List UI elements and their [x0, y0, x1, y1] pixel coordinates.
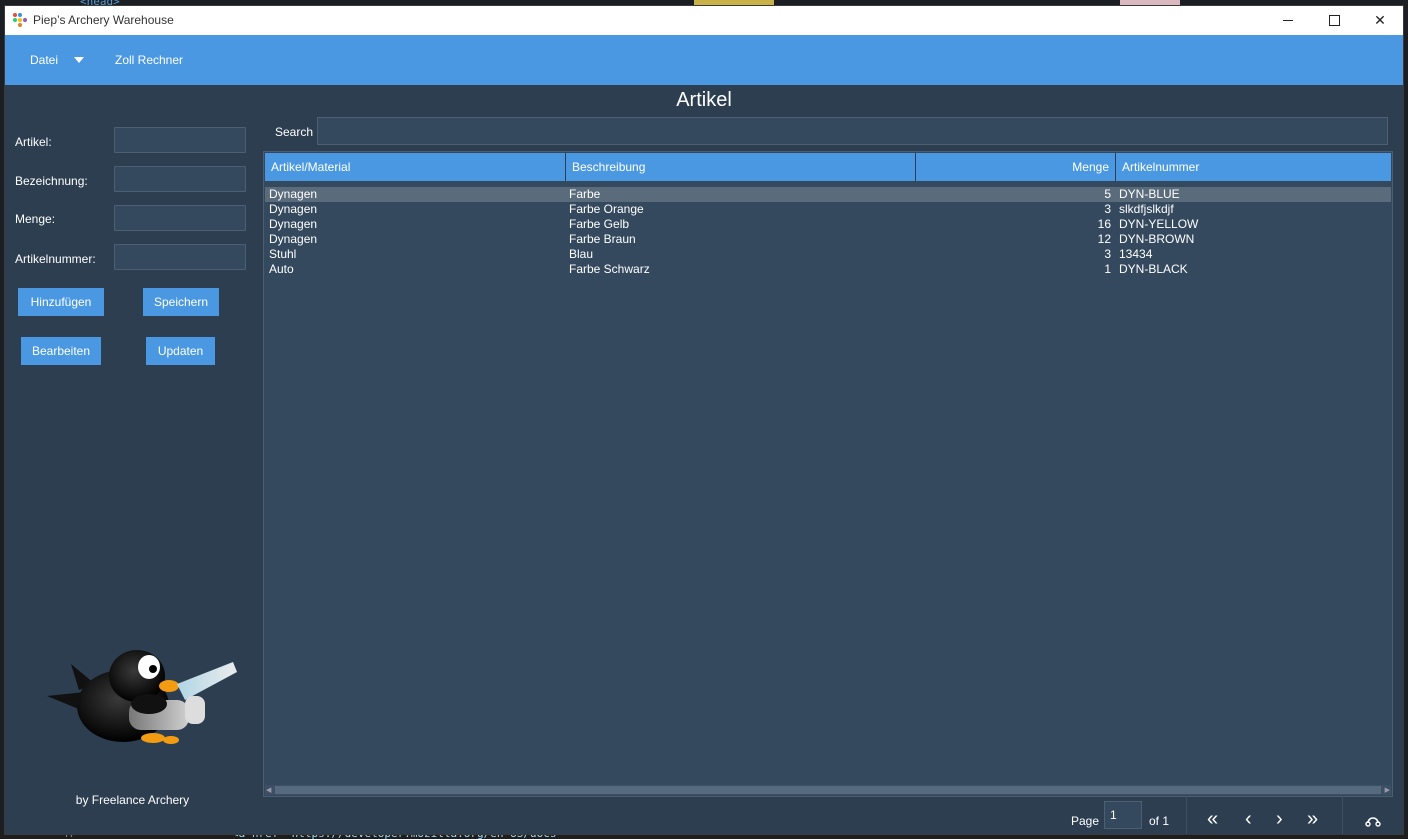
minimize-button[interactable] [1265, 6, 1311, 35]
cell-description: Farbe Schwarz [569, 262, 650, 276]
scrollbar-thumb[interactable] [275, 786, 1381, 794]
cell-description: Farbe Braun [569, 232, 636, 246]
artikelnummer-input[interactable] [114, 244, 246, 270]
window-title: Piep’s Archery Warehouse [33, 13, 174, 27]
cell-quantity: 3 [1104, 202, 1111, 216]
cell-material: Dynagen [269, 232, 318, 246]
next-page-button[interactable]: › [1276, 809, 1283, 829]
rotate-icon[interactable] [1365, 811, 1381, 831]
cell-quantity: 5 [1104, 187, 1111, 201]
scroll-right-icon[interactable]: ▶ [1385, 786, 1390, 794]
maximize-button[interactable] [1311, 6, 1357, 35]
artikel-input[interactable] [114, 127, 246, 153]
page-title: Artikel [676, 89, 732, 111]
cell-description: Farbe Gelb [569, 217, 630, 231]
maximize-icon [1328, 15, 1340, 26]
app-logo-icon [13, 13, 27, 27]
cell-quantity: 1 [1104, 262, 1111, 276]
close-icon: ✕ [1374, 12, 1386, 28]
minimize-icon [1283, 20, 1293, 21]
cell-quantity: 12 [1097, 232, 1111, 246]
horizontal-scrollbar[interactable]: ◀ ▶ [265, 785, 1391, 795]
cell-material: Stuhl [269, 247, 297, 261]
cell-quantity: 3 [1104, 247, 1111, 261]
menu-bar: Datei Zoll Rechner [5, 35, 1403, 85]
menu-file[interactable]: Datei [30, 53, 58, 67]
pager-divider [1342, 796, 1343, 834]
page-number-input[interactable]: 1 [1104, 801, 1142, 829]
table-row[interactable]: Dynagen Farbe Orange 3 slkdfjslkdjf [265, 202, 1391, 217]
cell-article-number: DYN-BROWN [1119, 232, 1195, 246]
table-row[interactable]: Stuhl Blau 3 13434 [265, 247, 1391, 262]
column-header-description[interactable]: Beschreibung [566, 153, 916, 181]
label-artikelnummer: Artikelnummer: [15, 252, 96, 266]
last-page-button[interactable]: » [1307, 809, 1318, 829]
save-button[interactable]: Speichern [143, 288, 219, 316]
app-window: Piep’s Archery Warehouse ✕ Datei Zoll Re… [4, 5, 1404, 835]
cell-description: Farbe Orange [569, 202, 644, 216]
search-label: Search [275, 125, 314, 139]
cell-article-number: DYN-YELLOW [1119, 217, 1199, 231]
table-row[interactable]: Auto Farbe Schwarz 1 DYN-BLACK [265, 262, 1391, 277]
pager-divider [1186, 796, 1187, 834]
cell-article-number: DYN-BLACK [1119, 262, 1188, 276]
chevron-down-icon[interactable] [74, 57, 84, 63]
column-header-article-number[interactable]: Artikelnummer [1116, 153, 1391, 181]
table-header: Artikel/Material Beschreibung Menge Arti… [265, 153, 1391, 181]
penguin-mascot [47, 650, 237, 744]
edit-button[interactable]: Bearbeiten [21, 337, 101, 365]
cell-quantity: 16 [1097, 217, 1111, 231]
menge-input[interactable] [114, 205, 246, 231]
bezeichnung-input[interactable] [114, 166, 246, 192]
add-button[interactable]: Hinzufügen [18, 288, 104, 316]
label-menge: Menge: [15, 212, 56, 226]
page-count: of 1 [1149, 814, 1170, 828]
table-row[interactable]: Dynagen Farbe Gelb 16 DYN-YELLOW [265, 217, 1391, 232]
cell-material: Dynagen [269, 187, 318, 201]
first-page-button[interactable]: « [1207, 809, 1218, 829]
column-header-material[interactable]: Artikel/Material [265, 153, 566, 181]
scroll-left-icon[interactable]: ◀ [266, 786, 271, 794]
menu-zoll-rechner[interactable]: Zoll Rechner [115, 53, 183, 67]
cell-article-number: DYN-BLUE [1119, 187, 1180, 201]
cell-material: Auto [269, 262, 294, 276]
close-button[interactable]: ✕ [1357, 6, 1403, 35]
update-button[interactable]: Updaten [146, 337, 215, 365]
table-row[interactable]: Dynagen Farbe 5 DYN-BLUE [265, 187, 1391, 202]
reset-glyph [1365, 817, 1381, 827]
table-row[interactable]: Dynagen Farbe Braun 12 DYN-BROWN [265, 232, 1391, 247]
label-artikel: Artikel: [15, 135, 52, 149]
column-header-quantity[interactable]: Menge [916, 153, 1116, 181]
cell-material: Dynagen [269, 217, 318, 231]
cell-material: Dynagen [269, 202, 318, 216]
cell-description: Blau [569, 247, 594, 261]
cell-article-number: 13434 [1119, 247, 1153, 261]
cell-article-number: slkdfjslkdjf [1119, 202, 1174, 216]
credit-text: by Freelance Archery [75, 793, 190, 807]
title-bar[interactable]: Piep’s Archery Warehouse ✕ [5, 6, 1403, 35]
previous-page-button[interactable]: ‹ [1245, 809, 1252, 829]
search-input[interactable] [317, 117, 1388, 145]
label-bezeichnung: Bezeichnung: [15, 174, 88, 188]
articles-table: Artikel/Material Beschreibung Menge Arti… [263, 151, 1393, 797]
page-label: Page [1071, 814, 1100, 828]
cell-description: Farbe [569, 187, 601, 201]
